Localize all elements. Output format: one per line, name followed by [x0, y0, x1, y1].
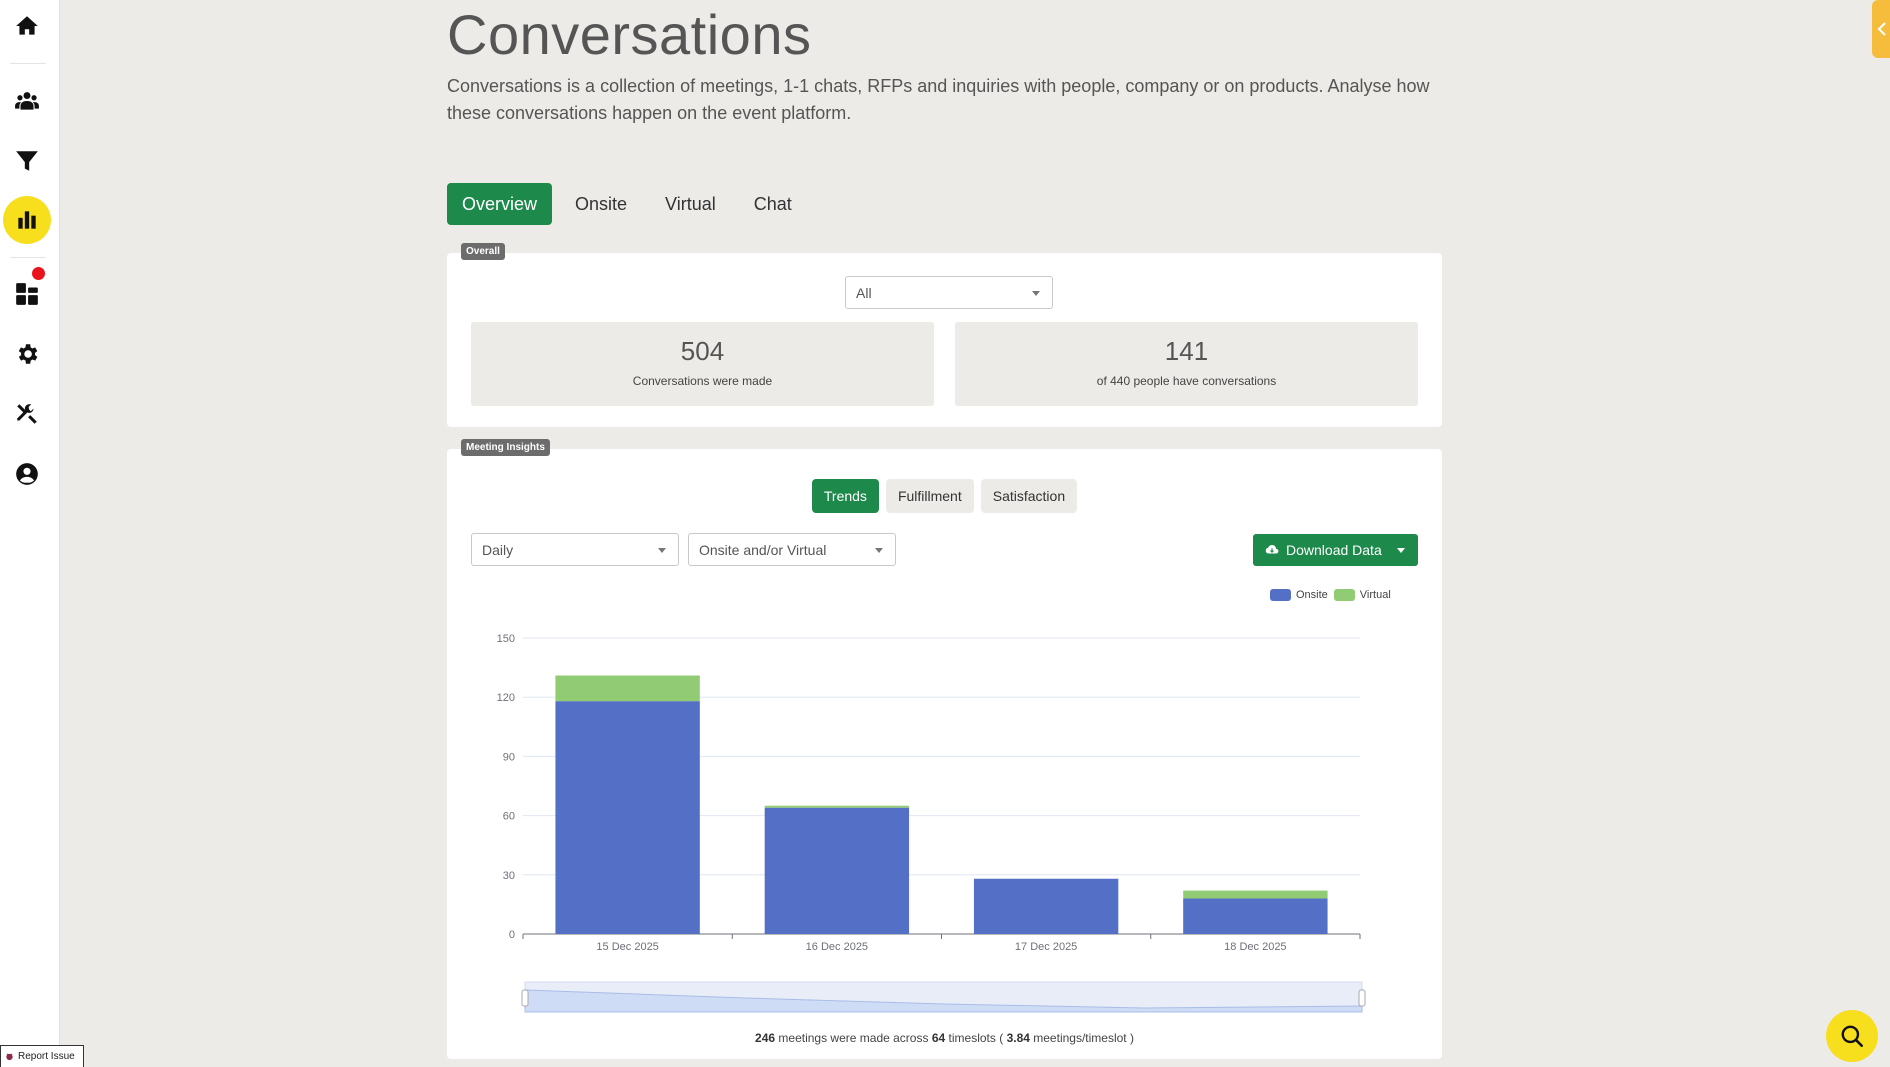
tools-icon [17, 404, 37, 424]
collapse-panel-button[interactable] [1872, 0, 1890, 58]
summary-timeslots: 64 [931, 1031, 946, 1045]
people-icon [15, 92, 39, 110]
stat-label: Conversations were made [632, 374, 773, 388]
home-icon [16, 16, 38, 35]
meeting-summary: 246 meetings were made across 64 timeslo… [447, 1031, 1442, 1045]
bar-onsite [764, 807, 910, 934]
x-tick-label: 16 Dec 2025 [806, 941, 868, 953]
bar-virtual [555, 675, 700, 702]
tab-overview[interactable]: Overview [447, 183, 553, 225]
sidebar-item-analytics[interactable] [3, 196, 51, 244]
sidebar [0, 0, 60, 1067]
bug-icon [6, 1053, 13, 1061]
sidebar-item-home[interactable] [3, 2, 51, 50]
filter-icon [16, 151, 38, 171]
page-title: Conversations [447, 3, 812, 66]
y-tick-label: 90 [503, 751, 515, 763]
summary-meetings: 246 [755, 1031, 776, 1045]
meeting-insights-card: Meeting Insights Trends Fulfillment Sati… [447, 439, 1442, 1059]
summary-rate: 3.84 [1006, 1031, 1030, 1045]
summary-text: timeslots ( [948, 1031, 1004, 1045]
report-issue-button[interactable]: Report Issue [0, 1045, 84, 1067]
sidebar-item-settings[interactable] [3, 330, 51, 378]
summary-text: meetings were made across [778, 1031, 929, 1045]
stat-label: of 440 people have conversations [1096, 374, 1277, 388]
stat-people: 141 of 440 people have conversations [955, 322, 1418, 406]
sidebar-item-funnel[interactable] [3, 137, 51, 185]
y-tick-label: 0 [509, 929, 515, 941]
user-circle-icon [16, 463, 38, 485]
bar-onsite [1183, 898, 1328, 934]
report-issue-label: Report Issue [18, 1051, 75, 1062]
overall-filter-value: All [856, 284, 872, 301]
bar-virtual [1183, 890, 1328, 899]
summary-text: meetings/timeslot ) [1033, 1031, 1134, 1045]
bar-chart-icon [18, 211, 36, 229]
sidebar-divider [10, 257, 46, 258]
tab-virtual[interactable]: Virtual [650, 183, 731, 225]
stat-value: 141 [1164, 336, 1209, 366]
sidebar-item-account[interactable] [3, 450, 51, 498]
zoom-handle-left[interactable] [521, 989, 529, 1007]
grid-icon [16, 283, 38, 305]
bar-virtual [764, 805, 910, 808]
x-tick-label: 17 Dec 2025 [1015, 941, 1077, 953]
overall-card: Overall All 504 Conversations were made … [447, 243, 1442, 427]
chevron-down-icon [1032, 290, 1040, 296]
x-tick-label: 15 Dec 2025 [596, 941, 658, 953]
y-tick-label: 60 [503, 811, 515, 823]
y-tick-label: 30 [503, 870, 515, 882]
tab-onsite[interactable]: Onsite [560, 183, 643, 225]
bar-onsite [973, 878, 1119, 934]
chevron-left-icon [1877, 22, 1886, 36]
y-tick-label: 150 [497, 633, 515, 645]
stat-value: 504 [680, 336, 725, 366]
search-button[interactable] [1826, 1010, 1878, 1062]
overall-badge: Overall [461, 243, 505, 260]
x-tick-label: 18 Dec 2025 [1224, 941, 1286, 953]
notification-dot [32, 267, 45, 280]
page-description: Conversations is a collection of meeting… [447, 76, 1430, 123]
overall-filter-select[interactable]: All [845, 276, 1053, 309]
gear-icon [18, 344, 38, 364]
sidebar-item-tools[interactable] [3, 390, 51, 438]
sidebar-item-people[interactable] [3, 77, 51, 125]
zoom-handle-right[interactable] [1358, 989, 1366, 1007]
sidebar-divider [10, 63, 46, 64]
y-tick-label: 120 [497, 692, 515, 704]
stat-conversations: 504 Conversations were made [471, 322, 934, 406]
main-tabs: Overview Onsite Virtual Chat [447, 183, 807, 225]
search-icon [1841, 1025, 1864, 1048]
tab-chat[interactable]: Chat [738, 183, 807, 225]
bar-onsite [555, 701, 700, 934]
meetings-trend-chart: 0 30 60 90 120 150 15 Dec 2025 16 Dec 2025 17 De… [497, 633, 1366, 1013]
